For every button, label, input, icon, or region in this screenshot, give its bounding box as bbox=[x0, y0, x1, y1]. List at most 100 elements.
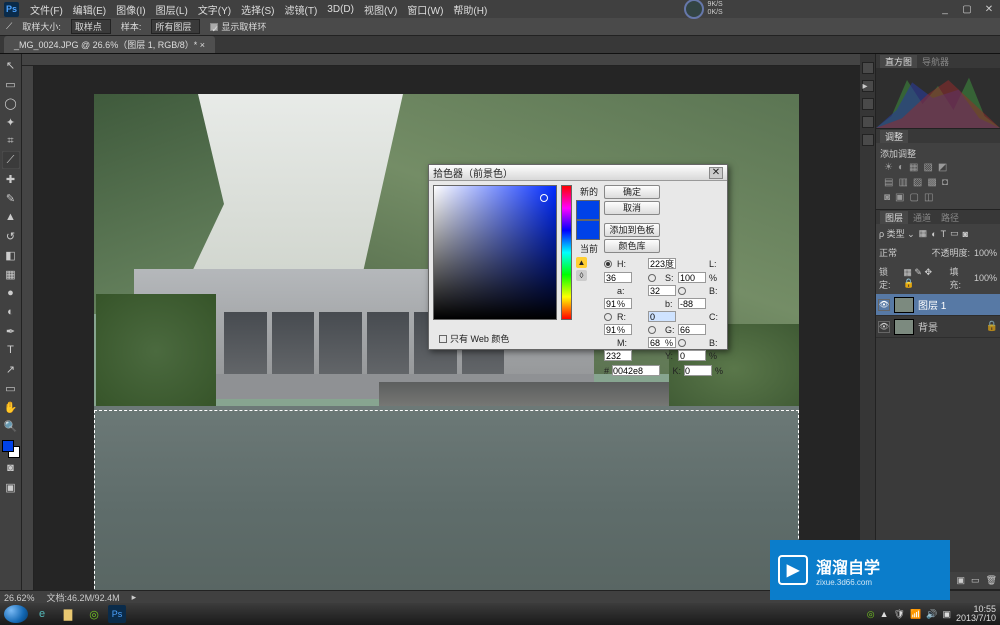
ok-button[interactable]: 确定 bbox=[604, 185, 660, 199]
gamut-warning-icon[interactable]: ▲ bbox=[576, 257, 587, 268]
eyedropper-tool[interactable]: ⟋ bbox=[2, 151, 20, 169]
k-input[interactable] bbox=[684, 365, 712, 376]
add-swatch-button[interactable]: 添加到色板 bbox=[604, 223, 660, 237]
hue-slider[interactable] bbox=[561, 185, 572, 320]
g-input[interactable] bbox=[678, 324, 706, 335]
taskbar-ps[interactable]: Ps bbox=[108, 605, 126, 623]
heal-tool[interactable]: ✚ bbox=[2, 170, 20, 188]
cancel-button[interactable]: 取消 bbox=[604, 201, 660, 215]
document-tab[interactable]: _MG_0024.JPG @ 26.6%（图层 1, RGB/8）* × bbox=[4, 36, 215, 53]
fill-value[interactable]: 100% bbox=[974, 273, 997, 283]
layer-row-1[interactable]: 👁 图层 1 bbox=[876, 294, 1000, 316]
blue-input[interactable] bbox=[604, 350, 632, 361]
lasso-tool[interactable]: ◯ bbox=[2, 94, 20, 112]
type-tool[interactable]: T bbox=[2, 341, 20, 359]
hex-input[interactable] bbox=[612, 365, 660, 376]
a-input[interactable] bbox=[648, 285, 676, 296]
start-button[interactable] bbox=[4, 605, 28, 623]
quick-select-tool[interactable]: ✦ bbox=[2, 113, 20, 131]
panel-icon-5[interactable] bbox=[862, 134, 874, 146]
marquee-tool[interactable]: ▭ bbox=[2, 75, 20, 93]
eraser-tool[interactable]: ◧ bbox=[2, 246, 20, 264]
menu-window[interactable]: 窗口(W) bbox=[402, 2, 448, 17]
tab-navigator[interactable]: 导航器 bbox=[917, 55, 954, 68]
panel-icon-3[interactable] bbox=[862, 98, 874, 110]
brush-tool[interactable]: ✎ bbox=[2, 189, 20, 207]
maximize-button[interactable]: ▢ bbox=[956, 4, 978, 15]
g-radio[interactable] bbox=[648, 326, 656, 334]
menu-image[interactable]: 图像(I) bbox=[111, 2, 150, 17]
lock-icons[interactable]: ▦ ✎ ✥ 🔒 bbox=[903, 267, 945, 289]
zoom-tool[interactable]: 🔍 bbox=[2, 417, 20, 435]
path-tool[interactable]: ↗ bbox=[2, 360, 20, 378]
tray-icon[interactable]: ◎ bbox=[867, 609, 875, 620]
visibility-icon[interactable]: 👁 bbox=[878, 299, 890, 311]
menu-edit[interactable]: 编辑(E) bbox=[68, 2, 111, 17]
menu-view[interactable]: 视图(V) bbox=[359, 2, 402, 17]
adjust-row-1[interactable]: ☀◐▦▧◩ bbox=[880, 160, 996, 175]
color-swatches[interactable] bbox=[2, 440, 20, 458]
tab-histogram[interactable]: 直方图 bbox=[880, 55, 917, 68]
dodge-tool[interactable]: ◐ bbox=[2, 303, 20, 321]
sample-select[interactable]: 所有图层 bbox=[151, 19, 200, 34]
opacity-value[interactable]: 100% bbox=[974, 248, 997, 258]
tray-icon[interactable]: 🔊 bbox=[926, 609, 937, 620]
taskbar-explorer[interactable]: ▇ bbox=[56, 605, 80, 623]
menu-layer[interactable]: 图层(L) bbox=[151, 2, 193, 17]
system-tray[interactable]: ◎ ▲ 🛡 📶 🔊 ▣ 10:552013/7/10 bbox=[867, 605, 996, 623]
tray-icon[interactable]: 🛡 bbox=[894, 609, 905, 620]
y-input[interactable] bbox=[678, 350, 706, 361]
tab-channels[interactable]: 通道 bbox=[908, 211, 936, 224]
show-ring-checkbox[interactable]: ✓显示取样环 bbox=[210, 20, 266, 33]
adjust-row-3[interactable]: ◙▣▢◫ bbox=[880, 190, 996, 205]
color-lib-button[interactable]: 颜色库 bbox=[604, 239, 660, 253]
visibility-icon[interactable]: 👁 bbox=[878, 321, 890, 333]
screenmode-tool[interactable]: ▣ bbox=[2, 478, 20, 496]
dialog-titlebar[interactable]: 拾色器（前景色） ✕ bbox=[429, 165, 727, 181]
s-radio[interactable] bbox=[648, 274, 656, 282]
adjust-row-2[interactable]: ▤▥▨▩◘ bbox=[880, 175, 996, 190]
blur-tool[interactable]: ● bbox=[2, 284, 20, 302]
b-radio[interactable] bbox=[678, 287, 686, 295]
panel-icon-1[interactable] bbox=[862, 62, 874, 74]
tray-icon[interactable]: ▲ bbox=[880, 609, 889, 619]
pen-tool[interactable]: ✒ bbox=[2, 322, 20, 340]
menu-help[interactable]: 帮助(H) bbox=[448, 2, 492, 17]
menu-filter[interactable]: 滤镜(T) bbox=[280, 2, 323, 17]
panel-icon-2[interactable]: ▸ bbox=[862, 80, 874, 92]
l-input[interactable] bbox=[604, 272, 632, 283]
fg-color[interactable] bbox=[2, 440, 14, 452]
tray-icon[interactable]: ▣ bbox=[942, 609, 951, 620]
dialog-close-button[interactable]: ✕ bbox=[709, 167, 723, 179]
quickmask-tool[interactable]: ◙ bbox=[2, 459, 20, 477]
close-button[interactable]: ✕ bbox=[978, 4, 1000, 15]
layer-row-bg[interactable]: 👁 背景 🔒 bbox=[876, 316, 1000, 338]
menu-3d[interactable]: 3D(D) bbox=[322, 4, 359, 15]
tab-close-icon[interactable]: × bbox=[200, 40, 205, 50]
r-radio[interactable] bbox=[604, 313, 612, 321]
websafe-warning-icon[interactable]: ◊ bbox=[576, 270, 587, 281]
hand-tool[interactable]: ✋ bbox=[2, 398, 20, 416]
move-tool[interactable]: ↖ bbox=[2, 56, 20, 74]
zoom-level[interactable]: 26.62% bbox=[4, 593, 35, 603]
tab-adjustments[interactable]: 调整 bbox=[880, 130, 908, 143]
r-input[interactable] bbox=[648, 311, 676, 322]
history-brush-tool[interactable]: ↺ bbox=[2, 227, 20, 245]
h-radio[interactable] bbox=[604, 260, 612, 268]
taskbar-360[interactable]: ◎ bbox=[82, 605, 106, 623]
stamp-tool[interactable]: ▲ bbox=[2, 208, 20, 226]
web-only-checkbox[interactable]: 只有 Web 颜色 bbox=[433, 332, 509, 345]
taskbar-ie[interactable]: e bbox=[30, 605, 54, 623]
tab-paths[interactable]: 路径 bbox=[936, 211, 964, 224]
minimize-button[interactable]: _ bbox=[934, 4, 956, 15]
blue-radio[interactable] bbox=[678, 339, 686, 347]
lab-b-input[interactable] bbox=[678, 298, 706, 309]
sample-size-select[interactable]: 取样点 bbox=[71, 19, 111, 34]
gradient-tool[interactable]: ▦ bbox=[2, 265, 20, 283]
menu-text[interactable]: 文字(Y) bbox=[193, 2, 236, 17]
tray-icon[interactable]: 📶 bbox=[910, 609, 921, 620]
clock[interactable]: 10:552013/7/10 bbox=[956, 605, 996, 623]
crop-tool[interactable]: ⌗ bbox=[2, 132, 20, 150]
tab-layers[interactable]: 图层 bbox=[880, 211, 908, 224]
color-field[interactable] bbox=[433, 185, 557, 320]
